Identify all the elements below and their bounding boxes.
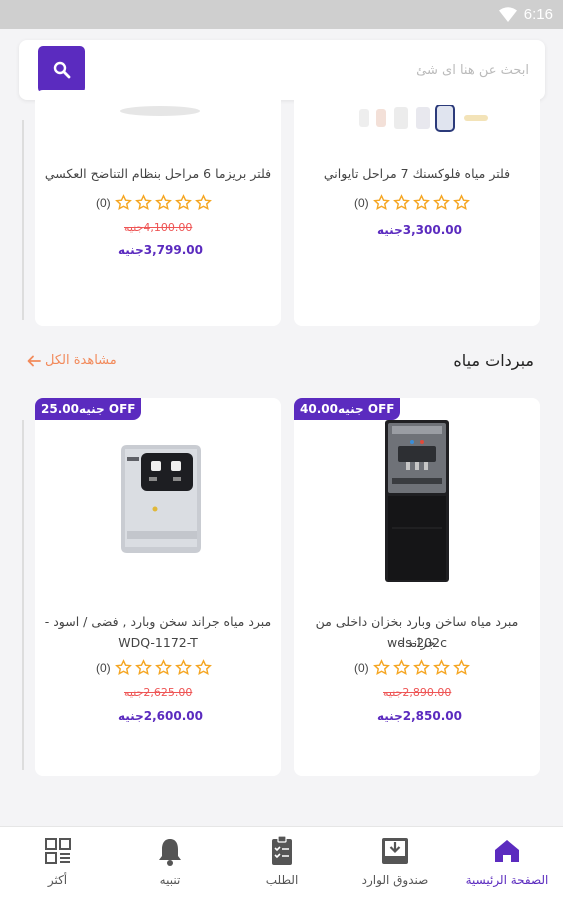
star-icon [392, 659, 410, 675]
star-icon [114, 194, 132, 210]
star-icon [452, 194, 470, 210]
nav-label: صندوق الوارد [361, 873, 429, 887]
star-icon [194, 659, 212, 675]
nav-item-notifications[interactable]: تنبيه [140, 827, 200, 900]
home-icon [495, 840, 519, 862]
grid-icon [44, 838, 71, 864]
product-card[interactable]: 40.00جنيه OFF مبرد مياه ساخن وبارد بخزان… [294, 398, 540, 776]
product-title: فلتر مياه فلوكسنك 7 مراحل تايواني [323, 166, 511, 181]
star-icon [372, 659, 390, 675]
star-icon [194, 194, 212, 210]
rating-count: (0) [354, 660, 369, 675]
product-price: 3,799.00جنيه [118, 243, 203, 257]
nav-item-orders[interactable]: الطلب [247, 827, 317, 900]
scroll-edge [22, 420, 24, 770]
star-icon [154, 194, 172, 210]
star-icon [412, 194, 430, 210]
nav-item-inbox[interactable]: صندوق الوارد [345, 827, 445, 900]
scroll-edge [22, 120, 24, 320]
star-icon [412, 659, 430, 675]
rating-stars: (0) [96, 659, 215, 676]
status-time: 6:16 [523, 6, 553, 23]
star-icon [114, 659, 132, 675]
star-icon [392, 194, 410, 210]
product-image [359, 105, 488, 132]
star-icon [432, 194, 450, 210]
old-price: 2,625.00جنيه [124, 686, 193, 699]
star-icon [134, 194, 152, 210]
search-icon [53, 61, 70, 78]
rating-stars: (0) [354, 194, 473, 211]
bottom-navigation: الصفحة الرئيسية صندوق الوارد الطلب تنبيه… [0, 826, 563, 900]
discount-badge: 25.00جنيه OFF [35, 398, 142, 420]
rating-count: (0) [354, 195, 369, 210]
inbox-icon [382, 838, 408, 864]
star-icon [154, 659, 172, 675]
nav-item-home[interactable]: الصفحة الرئيسية [452, 827, 562, 900]
rating-count: (0) [96, 195, 111, 210]
search-button[interactable] [38, 46, 85, 93]
section-title: مبردات مياه [453, 351, 534, 370]
rating-stars: (0) [354, 659, 473, 676]
product-title: مبرد مياه جراند سخن وبارد , فضى / اسود - [44, 614, 272, 629]
search-input[interactable] [109, 52, 529, 88]
product-card[interactable]: 25.00جنيه OFF مبرد مياه جراند سخن وبارد … [35, 398, 281, 776]
star-icon [174, 659, 192, 675]
rating-stars: (0) [96, 194, 215, 211]
rating-count: (0) [96, 660, 111, 675]
product-image [121, 445, 201, 553]
product-model: wds-202c [387, 635, 447, 650]
bell-icon [159, 839, 181, 866]
product-image [385, 420, 449, 582]
star-icon [432, 659, 450, 675]
see-all-link[interactable]: مشاهدة الكل [27, 353, 117, 368]
nav-item-more[interactable]: أكثر [30, 827, 85, 900]
old-price: 4,100.00جنيه [124, 221, 193, 234]
discount-badge: 40.00جنيه OFF [294, 398, 401, 420]
product-card[interactable]: فلتر مياه فلوكسنك 7 مراحل تايواني (0) 3,… [294, 90, 540, 326]
product-price: 3,300.00جنيه [377, 223, 462, 237]
old-price: 2,890.00جنيه [383, 686, 452, 699]
product-image [120, 106, 200, 116]
wifi-icon [499, 7, 517, 22]
arrow-left-icon [27, 355, 41, 366]
nav-label: تنبيه [159, 873, 181, 887]
nav-label: أكثر [47, 873, 68, 887]
clipboard-icon [272, 835, 292, 865]
product-card[interactable]: فلتر بريزما 6 مراحل بنظام التناضح العكسي… [35, 90, 281, 326]
star-icon [134, 659, 152, 675]
star-icon [372, 194, 390, 210]
product-price: 2,600.00جنيه [118, 709, 203, 723]
star-icon [174, 194, 192, 210]
nav-label: الطلب [265, 873, 299, 887]
see-all-label: مشاهدة الكل [45, 353, 117, 368]
nav-label: الصفحة الرئيسية [465, 873, 549, 887]
product-price: 2,850.00جنيه [377, 709, 462, 723]
status-bar: 6:16 [0, 0, 563, 29]
star-icon [452, 659, 470, 675]
product-model: WDQ-1172-T [118, 635, 198, 650]
product-title: فلتر بريزما 6 مراحل بنظام التناضح العكسي [44, 166, 272, 181]
